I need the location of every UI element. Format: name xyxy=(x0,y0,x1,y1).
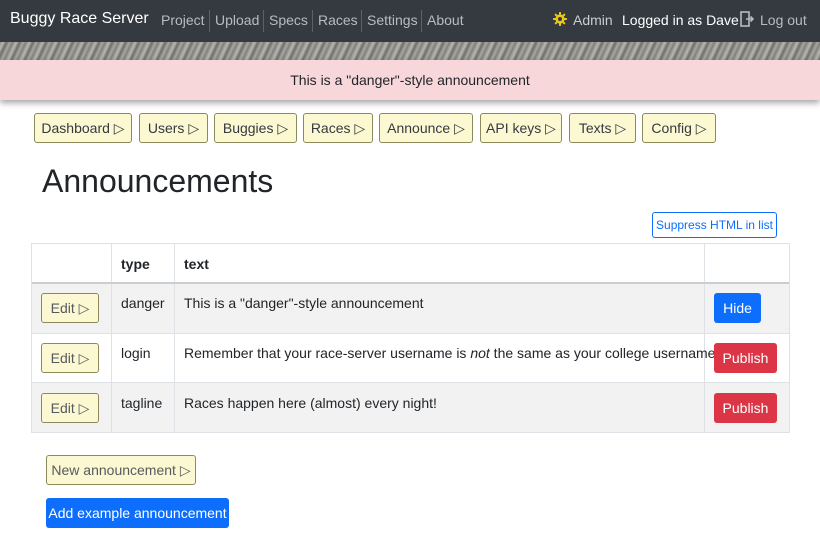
row-text: Races happen here (almost) every night! xyxy=(184,395,437,411)
play-arrow-icon: ▷ xyxy=(454,120,465,136)
admin-nav-texts[interactable]: Texts ▷ xyxy=(569,113,636,143)
page-title: Announcements xyxy=(42,163,274,199)
admin-nav-dashboard[interactable]: Dashboard ▷ xyxy=(34,113,132,143)
play-arrow-icon: ▷ xyxy=(113,120,125,136)
admin-nav-races[interactable]: Races ▷ xyxy=(303,113,373,143)
row-text-part: the same as your college username! xyxy=(489,345,720,361)
admin-nav-label: Config xyxy=(651,120,692,136)
play-arrow-icon: ▷ xyxy=(188,120,200,136)
nav-divider xyxy=(421,10,422,32)
logout-icon[interactable] xyxy=(740,11,754,27)
admin-nav-label: API keys xyxy=(486,120,542,136)
logged-in-user: Logged in as Dave xyxy=(622,12,739,28)
nav-divider xyxy=(263,10,264,32)
admin-nav-label: Announce xyxy=(387,120,451,136)
admin-nav-label: Races xyxy=(310,120,351,136)
row-text: This is a "danger"-style announcement xyxy=(184,295,424,311)
column-divider xyxy=(111,244,112,432)
admin-nav-label: Dashboard xyxy=(41,120,110,136)
edit-button[interactable]: Edit ▷ xyxy=(41,393,99,423)
play-arrow-icon: ▷ xyxy=(354,120,366,136)
column-header-type: type xyxy=(121,256,150,272)
column-divider xyxy=(704,244,705,432)
publish-button[interactable]: Publish xyxy=(714,343,777,373)
play-arrow-icon: ▷ xyxy=(277,120,289,136)
nav-link-upload[interactable]: Upload xyxy=(215,12,259,28)
row-type: tagline xyxy=(121,395,163,411)
column-header-text: text xyxy=(184,256,209,272)
publish-button[interactable]: Publish xyxy=(714,393,777,423)
gear-icon[interactable] xyxy=(553,12,567,26)
row-type: login xyxy=(121,345,151,361)
nav-link-logout[interactable]: Log out xyxy=(760,12,807,28)
hide-button[interactable]: Hide xyxy=(714,293,761,323)
suppress-html-button[interactable]: Suppress HTML in list xyxy=(652,212,777,238)
admin-nav-label: Texts xyxy=(578,120,612,136)
row-divider xyxy=(32,333,789,334)
nav-link-project[interactable]: Project xyxy=(161,12,205,28)
nav-link-specs[interactable]: Specs xyxy=(269,12,308,28)
admin-nav-announce[interactable]: Announce ▷ xyxy=(379,113,473,143)
danger-announcement-banner: This is a "danger"-style announcement xyxy=(0,60,820,100)
edit-button[interactable]: Edit ▷ xyxy=(41,343,99,373)
play-arrow-icon: ▷ xyxy=(545,120,556,136)
row-text: Remember that your race-server username … xyxy=(184,345,719,361)
header-divider xyxy=(32,282,789,284)
nav-link-about[interactable]: About xyxy=(427,12,464,28)
row-text-part: Remember that your race-server username … xyxy=(184,345,471,361)
admin-nav-users[interactable]: Users ▷ xyxy=(139,113,208,143)
add-example-announcement-button[interactable]: Add example announcement xyxy=(46,498,229,528)
play-arrow-icon: ▷ xyxy=(615,120,627,136)
play-arrow-icon: ▷ xyxy=(695,120,707,136)
nav-divider xyxy=(361,10,362,32)
header-banner-image xyxy=(0,42,820,62)
brand-link[interactable]: Buggy Race Server xyxy=(10,10,149,28)
admin-nav-config[interactable]: Config ▷ xyxy=(642,113,716,143)
nav-link-admin[interactable]: Admin xyxy=(573,12,613,28)
nav-link-settings[interactable]: Settings xyxy=(367,12,418,28)
admin-nav-label: Buggies xyxy=(222,120,274,136)
new-announcement-button[interactable]: New announcement ▷ xyxy=(46,455,196,485)
navbar: Buggy Race Server Project Upload Specs R… xyxy=(0,0,820,42)
edit-button[interactable]: Edit ▷ xyxy=(41,293,99,323)
admin-nav-label: Users xyxy=(147,120,185,136)
nav-divider xyxy=(209,10,210,32)
admin-nav-buggies[interactable]: Buggies ▷ xyxy=(214,113,297,143)
row-divider xyxy=(32,382,789,383)
nav-divider xyxy=(312,10,313,32)
row-text-emphasis: not xyxy=(470,345,490,361)
nav-link-races[interactable]: Races xyxy=(318,12,358,28)
admin-nav-api-keys[interactable]: API keys ▷ xyxy=(480,113,562,143)
row-type: danger xyxy=(121,295,165,311)
column-divider xyxy=(174,244,175,432)
announcement-text: This is a "danger"-style announcement xyxy=(290,72,530,88)
